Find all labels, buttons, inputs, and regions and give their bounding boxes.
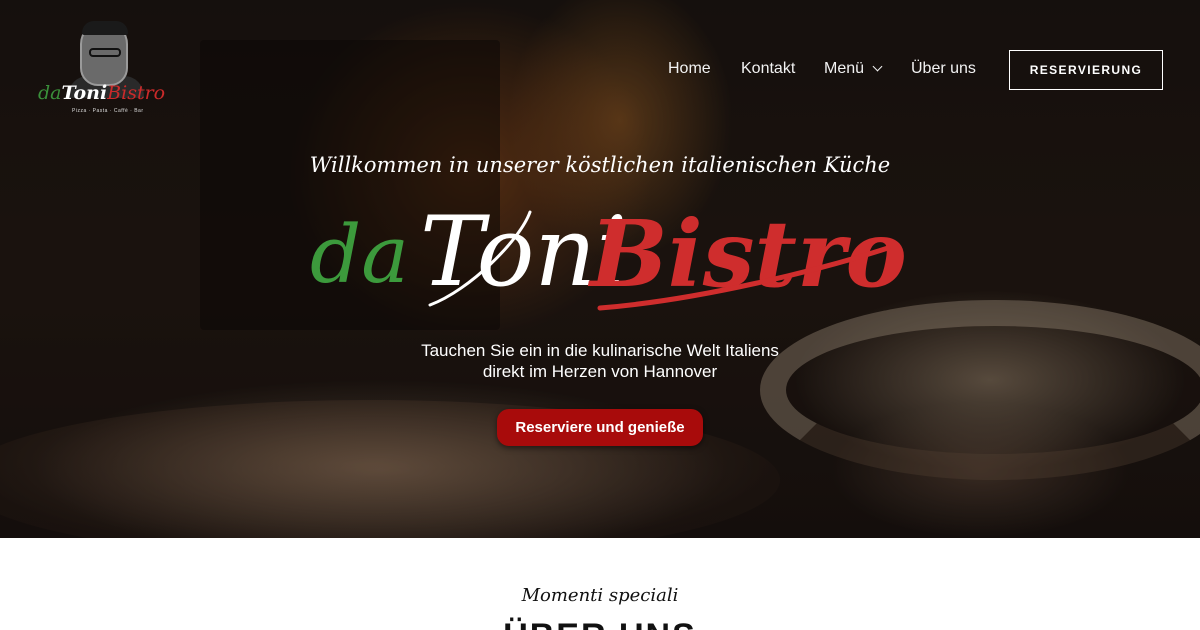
logo-word-da: da [38, 82, 62, 104]
reserve-cta-button[interactable]: Reserviere und genieße [497, 409, 703, 446]
nav-menu[interactable]: Menü [824, 60, 883, 78]
logo-word-bistro: Bistro [107, 82, 166, 104]
logo-tagline: Pizza · Pasta · Caffè · Bar [72, 108, 144, 114]
hero-title-bistro: Bistro [590, 200, 907, 308]
section-subtitle: Momenti speciali [521, 585, 679, 606]
hero-tagline-line1: Tauchen Sie ein in die kulinarische Welt… [421, 341, 779, 360]
site-logo[interactable]: daToniBistro Pizza · Pasta · Caffè · Bar [38, 20, 168, 118]
nav-menu-label: Menü [824, 60, 865, 77]
logo-wordmark: daToniBistro [38, 82, 168, 104]
logo-word-toni: Toni [61, 82, 108, 104]
nav-home[interactable]: Home [668, 60, 711, 78]
nav-ueber-uns[interactable]: Über uns [911, 60, 976, 78]
hero-tagline: Tauchen Sie ein in die kulinarische Welt… [0, 340, 1200, 382]
hero-welcome-text: Willkommen in unserer köstlichen italien… [309, 153, 891, 177]
logo-portrait-icon [80, 21, 128, 86]
hero-title-da: da [310, 208, 409, 301]
hero-tagline-line2: direkt im Herzen von Hannover [482, 362, 718, 381]
chevron-down-icon [872, 61, 883, 72]
reservation-button[interactable]: RESERVIERUNG [1009, 50, 1163, 90]
section-title: ÜBER UNS [0, 617, 1200, 630]
nav-kontakt[interactable]: Kontakt [741, 60, 795, 78]
